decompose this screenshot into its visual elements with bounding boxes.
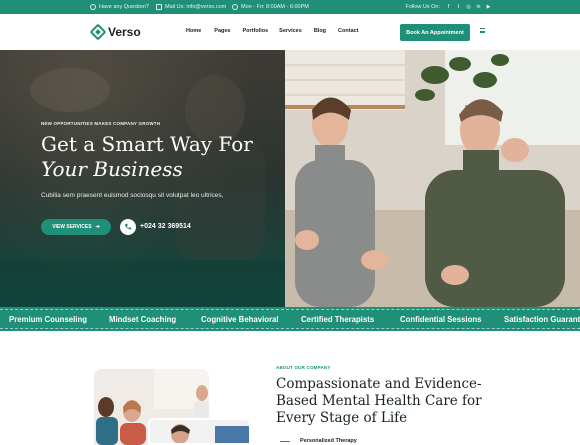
nav-portfolios[interactable]: Portfolios [243, 28, 269, 34]
hero-kicker: NEW OPPORTUNITIES MAKES COMPANY GROWTH [41, 121, 161, 126]
phone-icon [124, 223, 132, 230]
arrow-right-icon: ➔ [95, 224, 100, 230]
brand-logo[interactable]: Verso [89, 23, 141, 41]
mail-item[interactable]: Mail Us: info@verso.com [156, 0, 226, 14]
about-list-item: Personalized Therapy [280, 438, 400, 445]
youtube-icon[interactable]: ▶ [485, 4, 492, 11]
about-kicker: ABOUT OUR COMPANY [276, 365, 331, 370]
nav-pages[interactable]: Pages [214, 28, 230, 34]
logo-icon [89, 23, 107, 41]
view-services-button[interactable]: VIEW SERVICES ➔ [41, 219, 111, 235]
hero-photo [285, 50, 580, 307]
ticker-item: Certified Therapists [301, 314, 375, 324]
ticker-item: Premium Counseling [9, 314, 87, 324]
hero-title-line-2: Your Business [41, 157, 183, 181]
help-icon [90, 4, 96, 10]
ticker-item: Mindset Coaching [109, 314, 177, 324]
instagram-icon[interactable]: ◎ [465, 4, 472, 11]
hero-title-line-1: Get a Smart Way For [41, 132, 253, 156]
linkedin-icon[interactable]: in [475, 4, 482, 11]
hero-section: NEW OPPORTUNITIES MAKES COMPANY GROWTH G… [0, 50, 580, 307]
top-info-bar: Have any Question? Mail Us: info@verso.c… [0, 0, 580, 14]
social-links: Follow Us On: f t ◎ in ▶ [405, 0, 492, 14]
question-item: Have any Question? [90, 0, 149, 14]
site-header: Verso Home Pages Portfolios Services Blo… [0, 14, 580, 50]
clock-icon [232, 4, 238, 10]
services-ticker: Premium Counseling Mindset Coaching Cogn… [0, 307, 580, 331]
hero-photo-illustration [285, 50, 580, 307]
ticker-item: Cognitive Behavioral [201, 314, 279, 324]
about-title: Compassionate and Evidence-Based Mental … [276, 376, 482, 426]
menu-icon[interactable] [480, 28, 485, 33]
facebook-icon[interactable]: f [445, 4, 452, 11]
hours-text: Mon - Fri: 8:00AM - 6:00PM [241, 4, 309, 10]
nav-contact[interactable]: Contact [338, 28, 358, 34]
mail-text[interactable]: Mail Us: info@verso.com [165, 4, 226, 10]
list-bullet-icon [280, 441, 290, 442]
nav-blog[interactable]: Blog [314, 28, 326, 34]
about-list-item-text: Personalized Therapy [300, 438, 357, 444]
nav-home[interactable]: Home [186, 28, 201, 34]
nav-services[interactable]: Services [279, 28, 302, 34]
phone-icon-button[interactable] [120, 219, 136, 235]
question-text: Have any Question? [99, 4, 149, 10]
hours-item: Mon - Fri: 8:00AM - 6:00PM [232, 0, 309, 14]
book-appointment-button[interactable]: Book An Appointment [400, 24, 470, 41]
ticker-item: Satisfaction Guarantee [504, 314, 580, 324]
about-image-secondary [148, 418, 251, 445]
ticker-item: Confidential Sessions [400, 314, 482, 324]
mail-icon [156, 4, 162, 10]
hero-subtitle: Cubilia sem praesent euismod sociosqu si… [41, 192, 224, 199]
brand-name: Verso [108, 25, 141, 39]
about-photo-secondary-illustration [150, 420, 249, 443]
follow-label: Follow Us On: [405, 4, 440, 10]
view-services-label: VIEW SERVICES [52, 224, 92, 230]
phone-number[interactable]: +024 32 369514 [140, 223, 191, 230]
twitter-icon[interactable]: t [455, 4, 462, 11]
main-nav: Home Pages Portfolios Services Blog Cont… [186, 28, 359, 34]
